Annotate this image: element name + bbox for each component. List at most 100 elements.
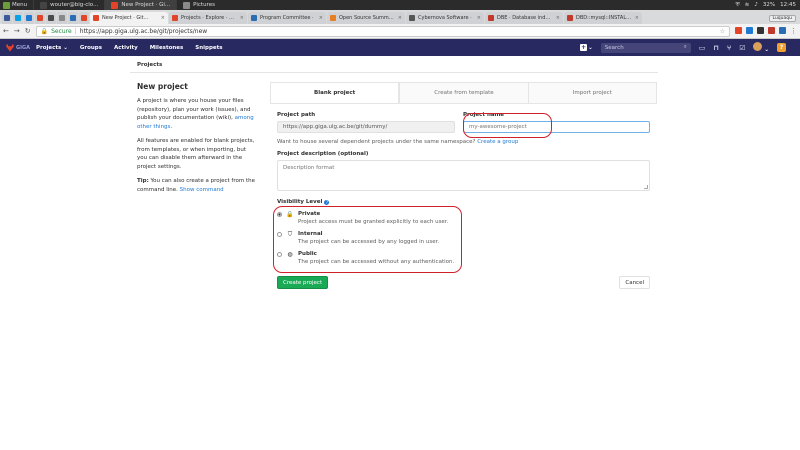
nav-projects[interactable]: Projects ⌄ xyxy=(30,45,74,51)
browser-tab[interactable]: Projects · Explore · Git... × xyxy=(169,12,247,24)
pinned-tab[interactable] xyxy=(24,12,34,24)
pinned-tab[interactable] xyxy=(2,12,12,24)
favicon-icon xyxy=(26,15,32,21)
url-input[interactable]: 🔒 Secure | https://app.giga.ulg.ac.be/gi… xyxy=(35,25,730,37)
os-taskbar: Menu wouter@big-clo... New Project · Gi..… xyxy=(0,0,800,10)
shield-icon[interactable]: ⛨ xyxy=(736,2,740,9)
todos-check-icon[interactable]: ☑ xyxy=(739,44,745,52)
close-icon[interactable]: × xyxy=(556,15,560,21)
favicon-icon xyxy=(93,15,99,21)
globe-icon: ◍ xyxy=(287,251,293,258)
new-project-form: Project path https://app.giga.ulg.ac.be/… xyxy=(270,103,657,313)
visibility-option-public[interactable]: ◍ Public The project can be accessed witho… xyxy=(277,251,650,265)
user-menu[interactable]: ⌄ xyxy=(753,42,769,53)
close-icon[interactable]: × xyxy=(161,15,165,21)
merge-requests-icon[interactable]: ⑂ xyxy=(727,44,731,52)
os-menu-button[interactable]: Menu xyxy=(0,1,33,9)
clock[interactable]: 12:45 xyxy=(780,2,796,8)
os-task-1[interactable]: New Project · Gi... xyxy=(104,0,177,10)
visibility-radio[interactable] xyxy=(277,212,282,217)
project-name-input[interactable] xyxy=(469,124,644,130)
create-project-button[interactable]: Create project xyxy=(277,276,329,289)
star-icon[interactable]: ☆ xyxy=(720,28,725,35)
volume-icon[interactable]: ♪ xyxy=(754,2,758,8)
tab-blank-project[interactable]: Blank project xyxy=(271,83,400,103)
pinned-tab[interactable] xyxy=(35,12,45,24)
extension-icon[interactable] xyxy=(735,27,742,34)
reload-icon[interactable]: ↻ xyxy=(25,27,31,35)
nav-activity[interactable]: Activity xyxy=(108,45,144,51)
close-icon[interactable]: × xyxy=(319,15,323,21)
show-command-link[interactable]: Show command xyxy=(180,187,224,193)
project-description-field[interactable] xyxy=(277,160,650,191)
browser-tab[interactable]: DBD::mysql::INSTALL · × xyxy=(564,12,642,24)
nav-groups[interactable]: Groups xyxy=(74,45,108,51)
todo-icon[interactable]: ▭ xyxy=(699,44,706,52)
url-separator: | xyxy=(74,27,77,35)
browser-tab[interactable]: New Project · Git... × xyxy=(90,12,168,24)
back-icon[interactable]: ← xyxy=(3,27,9,35)
pinned-tab[interactable] xyxy=(68,12,78,24)
favicon-icon xyxy=(251,15,257,21)
tab-create-from-template[interactable]: Create from template xyxy=(399,83,527,103)
lock-icon: 🔒 xyxy=(40,27,49,35)
menu-icon xyxy=(3,1,10,9)
chevron-down-icon: ⌄ xyxy=(764,47,769,53)
app-icon xyxy=(183,1,191,9)
new-dropdown[interactable]: + ⌄ xyxy=(580,44,593,51)
close-icon[interactable]: × xyxy=(635,15,639,21)
help-icon[interactable]: ? xyxy=(777,43,786,52)
os-task-0[interactable]: wouter@big-clo... xyxy=(33,0,104,10)
form-actions: Create project Cancel xyxy=(277,276,650,289)
network-icon[interactable]: ≋ xyxy=(745,2,750,8)
chevron-down-icon: ⌄ xyxy=(588,44,593,51)
visibility-radio[interactable] xyxy=(277,232,282,237)
lock-icon: 🔒 xyxy=(286,211,294,218)
pinned-tab[interactable] xyxy=(13,12,23,24)
extension-icon[interactable] xyxy=(779,27,786,34)
os-task-2[interactable]: Pictures xyxy=(176,0,221,10)
gitlab-logo[interactable]: GIGA xyxy=(0,43,30,52)
browser-menu-icon[interactable]: ⋮ xyxy=(790,27,797,35)
nav-milestones[interactable]: Milestones xyxy=(144,45,190,51)
resize-handle[interactable] xyxy=(644,185,648,189)
visibility-options: 🔒 Private Project access must be granted e… xyxy=(277,211,650,265)
project-name-label: Project name xyxy=(463,112,505,118)
extension-icon[interactable] xyxy=(768,27,775,34)
visibility-title: Private xyxy=(298,211,321,217)
extension-icon[interactable] xyxy=(746,27,753,34)
search-input[interactable]: Search ⌕ xyxy=(600,42,691,53)
close-icon[interactable]: × xyxy=(398,15,402,21)
pinned-tab[interactable] xyxy=(46,12,56,24)
profile-button[interactable]: Luquaqu xyxy=(768,15,796,22)
visibility-description: The project can be accessed without any … xyxy=(298,259,455,265)
browser-tab[interactable]: Open Source Summit | × xyxy=(327,12,405,24)
browser-tab[interactable]: Cybernova Software · × xyxy=(406,12,484,24)
browser-tab[interactable]: Program Committee · × xyxy=(248,12,326,24)
project-name-field[interactable] xyxy=(463,121,650,133)
plus-square-icon: + xyxy=(580,44,588,51)
issues-icon[interactable]: ⊓ xyxy=(713,44,719,52)
breadcrumb-divider xyxy=(130,72,658,73)
close-icon[interactable]: × xyxy=(477,15,481,21)
cancel-button[interactable]: Cancel xyxy=(619,276,650,289)
question-icon[interactable]: ? xyxy=(324,199,330,205)
browser-tab-strip: New Project · Git... × Projects · Explore … xyxy=(0,10,800,24)
battery-level[interactable]: 32% xyxy=(763,2,775,8)
project-description-input[interactable] xyxy=(278,161,649,190)
nav-snippets[interactable]: Snippets xyxy=(189,45,228,51)
browser-tab-title: Cybernova Software · xyxy=(418,15,472,21)
browser-tab[interactable]: DBE · Database indepe × xyxy=(485,12,563,24)
forward-icon[interactable]: → xyxy=(14,27,20,35)
breadcrumb[interactable]: Projects xyxy=(137,62,162,68)
visibility-option-private[interactable]: 🔒 Private Project access must be granted e… xyxy=(277,211,650,225)
create-group-link[interactable]: Create a group xyxy=(477,139,518,145)
visibility-radio[interactable] xyxy=(277,252,282,257)
close-icon[interactable]: × xyxy=(240,15,244,21)
pinned-tab[interactable] xyxy=(57,12,67,24)
tab-import-project[interactable]: Import project xyxy=(527,83,656,103)
visibility-option-internal[interactable]: ⛉ Internal The project can be accessed by … xyxy=(277,231,650,245)
extension-icon[interactable] xyxy=(757,27,764,34)
pinned-tab[interactable] xyxy=(79,12,89,24)
visibility-title: Internal xyxy=(298,231,323,237)
